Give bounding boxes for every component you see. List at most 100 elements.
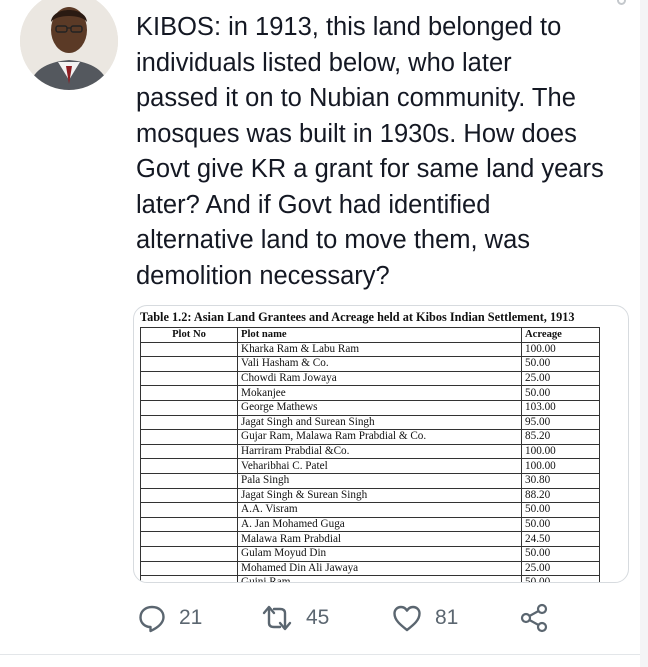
cell-acreage: 30.80 xyxy=(521,472,600,489)
cell-plot-no xyxy=(140,429,238,445)
cell-acreage: 103.00 xyxy=(521,399,600,416)
cell-plot-no xyxy=(140,458,238,474)
header-plot-no: Plot No xyxy=(140,327,238,343)
cell-plot-no xyxy=(140,487,238,504)
cell-plot-no xyxy=(140,502,238,518)
table-row: Kharka Ram & Labu Ram 100.00 xyxy=(140,341,600,358)
cell-plot-name: Vali Hasham & Co. xyxy=(237,356,522,372)
cell-plot-name: Veharibhai C. Patel xyxy=(237,458,522,474)
like-button[interactable]: 81 xyxy=(391,598,458,638)
cell-plot-no xyxy=(140,370,238,387)
reply-button[interactable]: 21 xyxy=(137,598,202,638)
tweet-text-line: alternative land to move them, was xyxy=(136,226,531,254)
cell-acreage: 88.20 xyxy=(521,487,600,504)
tweet-text: KIBOS: in 1913, this land belonged to in… xyxy=(136,10,636,294)
retweet-button[interactable]: 45 xyxy=(260,598,329,638)
reply-count: 21 xyxy=(179,606,203,629)
table-row: Harriram Prabdial &Co. 100.00 xyxy=(140,443,600,460)
cell-plot-name: Gujni Ram xyxy=(237,575,522,582)
cell-acreage: 25.00 xyxy=(521,560,600,577)
tweet-text-line: mosques was built in 1930s. How does xyxy=(136,119,577,148)
more-options-icon[interactable] xyxy=(617,0,626,5)
tweet-text-line: demolition necessary? xyxy=(136,261,390,290)
cell-acreage: 50.00 xyxy=(521,502,600,518)
table-row: Gujni Ram 50.00 xyxy=(140,575,600,582)
cell-plot-name: Harriram Prabdial &Co. xyxy=(237,443,522,460)
cell-plot-name: Jagat Singh and Surean Singh xyxy=(237,414,522,431)
header-acreage: Acreage xyxy=(521,327,600,343)
table-row: Mokanjee 50.00 xyxy=(140,385,600,401)
cell-plot-no xyxy=(140,575,238,582)
tweet-text-line: later? And if Govt had identified xyxy=(136,190,491,219)
cell-acreage: 100.00 xyxy=(521,458,600,474)
share-icon xyxy=(520,603,548,633)
cell-acreage: 50.00 xyxy=(521,385,600,401)
avatar[interactable] xyxy=(20,0,118,90)
table-row: George Mathews 103.00 xyxy=(140,399,600,416)
cell-plot-no xyxy=(140,560,238,577)
cell-plot-name: Jagat Singh & Surean Singh xyxy=(237,487,522,504)
cell-plot-no xyxy=(140,516,238,533)
scrollbar-track[interactable] xyxy=(640,0,648,667)
retweet-icon xyxy=(262,605,292,631)
cell-acreage: 50.00 xyxy=(521,575,600,582)
cell-plot-name: Mokanjee xyxy=(237,385,522,401)
cell-plot-no xyxy=(140,545,238,562)
tweet-text-line: passed it on to Nubian community. The xyxy=(136,84,576,112)
table-row: Mohamed Din Ali Jawaya 25.00 xyxy=(140,560,600,577)
cell-acreage: 85.20 xyxy=(521,429,600,445)
cell-plot-name: Mohamed Din Ali Jawaya xyxy=(237,560,522,577)
cell-plot-no xyxy=(140,414,238,431)
cell-acreage: 50.00 xyxy=(521,516,600,533)
table-caption: Table 1.2: Asian Land Grantees and Acrea… xyxy=(140,310,575,324)
reply-icon xyxy=(139,605,165,633)
divider xyxy=(0,654,648,655)
cell-plot-name: Malawa Ram Prabdial xyxy=(237,531,522,547)
tweet-text-line: KIBOS: in 1913, this land belonged to xyxy=(136,13,562,41)
retweet-count: 45 xyxy=(306,606,330,629)
cell-plot-no xyxy=(140,531,238,547)
cell-plot-no xyxy=(140,356,238,372)
table-row: A.A. Visram 50.00 xyxy=(140,502,600,518)
like-icon xyxy=(393,605,421,632)
table-row: Malawa Ram Prabdial 24.50 xyxy=(140,531,600,547)
cell-plot-no xyxy=(140,341,238,358)
cell-plot-name: Gujar Ram, Malawa Ram Prabdial & Co. xyxy=(237,429,522,445)
cell-acreage: 95.00 xyxy=(521,414,600,431)
cell-plot-name: Pala Singh xyxy=(237,472,522,489)
cell-plot-name: Chowdi Ram Jowaya xyxy=(237,370,522,387)
table-row: Jagat Singh and Surean Singh 95.00 xyxy=(140,414,600,431)
tweet-text-line: individuals listed below, who later xyxy=(136,48,512,77)
table-row: Chowdi Ram Jowaya 25.00 xyxy=(140,370,600,387)
table-row: Gujar Ram, Malawa Ram Prabdial & Co. 85.2… xyxy=(140,429,600,445)
attached-image[interactable]: Table 1.2: Asian Land Grantees and Acrea… xyxy=(133,305,629,583)
cell-plot-no xyxy=(140,385,238,401)
cell-plot-name: A.A. Visram xyxy=(237,502,522,518)
cell-plot-name: Gulam Moyud Din xyxy=(237,545,522,562)
cell-acreage: 24.50 xyxy=(521,531,600,547)
cell-acreage: 50.00 xyxy=(521,545,600,562)
like-count: 81 xyxy=(435,606,459,629)
table-row: A. Jan Mohamed Guga 50.00 xyxy=(140,516,600,533)
land-grant-table: Plot No Plot name Acreage Kharka Ram & L… xyxy=(140,327,600,582)
cell-plot-name: A. Jan Mohamed Guga xyxy=(237,516,522,533)
cell-plot-no xyxy=(140,399,238,416)
tweet-text-line: Govt give KR a grant for same land years xyxy=(136,155,604,183)
header-plot-name: Plot name xyxy=(237,327,522,343)
cell-plot-name: Kharka Ram & Labu Ram xyxy=(237,341,522,358)
cell-plot-no xyxy=(140,443,238,460)
cell-plot-name: George Mathews xyxy=(237,399,522,416)
table-row: Gulam Moyud Din 50.00 xyxy=(140,545,600,562)
cell-acreage: 50.00 xyxy=(521,356,600,372)
table-row: Pala Singh 30.80 xyxy=(140,472,600,489)
table-header-row: Plot No Plot name Acreage xyxy=(140,327,600,343)
cell-plot-no xyxy=(140,472,238,489)
tweet-actions: 21 45 81 xyxy=(0,596,648,640)
cell-acreage: 100.00 xyxy=(521,341,600,358)
table-row: Veharibhai C. Patel 100.00 xyxy=(140,458,600,474)
cell-acreage: 100.00 xyxy=(521,443,600,460)
table-row: Vali Hasham & Co. 50.00 xyxy=(140,356,600,372)
share-button[interactable] xyxy=(518,598,550,638)
cell-acreage: 25.00 xyxy=(521,370,600,387)
table-row: Jagat Singh & Surean Singh 88.20 xyxy=(140,487,600,504)
